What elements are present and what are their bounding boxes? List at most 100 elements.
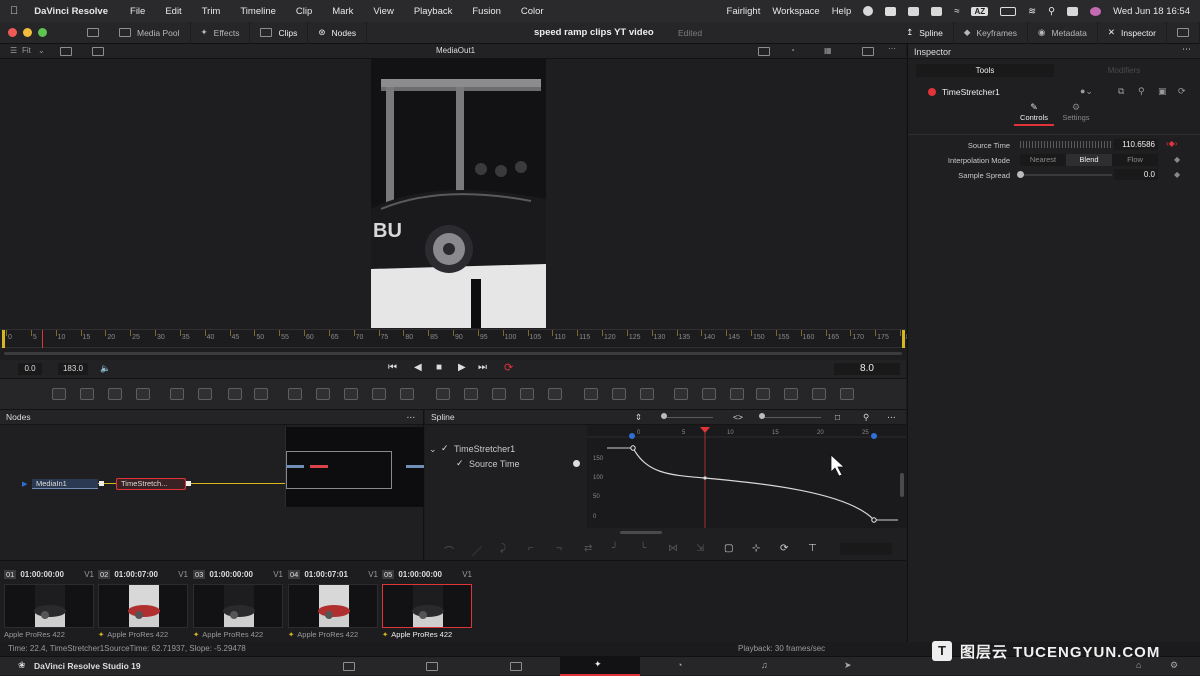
graph-scrollbar[interactable] <box>620 531 662 534</box>
viewer-roi-icon[interactable] <box>758 47 770 56</box>
rectangle-mask-icon[interactable] <box>436 388 450 400</box>
stop-icon[interactable]: ■ <box>436 362 442 373</box>
fullscreen-button[interactable] <box>1167 21 1200 44</box>
menu-trim[interactable]: Trim <box>202 6 221 17</box>
nodes-button[interactable]: ⊛ Nodes <box>308 21 368 44</box>
go-to-start-icon[interactable]: ⏮ <box>388 362 397 373</box>
nodes-panel[interactable]: Nodes ⋯ ▶ MediaIn1 TimeStretch... <box>0 410 424 560</box>
tool-lock-icon[interactable]: ▣ <box>1158 86 1167 97</box>
fairlight-page-icon[interactable]: ♫ <box>761 660 768 670</box>
settings-gear-icon[interactable]: ⚙ <box>1170 660 1178 671</box>
menu-view[interactable]: View <box>373 6 393 17</box>
clip-thumbnail[interactable] <box>98 584 188 628</box>
node-output-port[interactable] <box>186 481 191 486</box>
tab-tools[interactable]: Tools <box>916 64 1054 77</box>
viewer-option-icon[interactable] <box>60 47 72 56</box>
brush-tool-icon[interactable] <box>198 388 212 400</box>
menu-color[interactable]: Color <box>521 6 544 17</box>
merge-tool-icon[interactable] <box>288 388 302 400</box>
text3d-icon[interactable] <box>730 388 744 400</box>
background-tool-icon[interactable] <box>52 388 66 400</box>
color-page-icon[interactable]: ◔ <box>677 660 682 670</box>
linear-icon[interactable]: ／ <box>472 543 482 558</box>
menu-file[interactable]: File <box>130 6 145 17</box>
control-center-icon[interactable] <box>1067 6 1079 16</box>
flatten-icon[interactable]: ⊤ <box>808 543 817 554</box>
menu-mark[interactable]: Mark <box>332 6 353 17</box>
smooth-icon[interactable]: ⌒ <box>444 543 454 558</box>
effects-button[interactable]: ✦ Effects <box>191 21 251 44</box>
image-tool-icon[interactable] <box>80 388 94 400</box>
merge3d-icon[interactable] <box>702 388 716 400</box>
tool-color-dot[interactable] <box>928 88 936 96</box>
time-ruler[interactable]: 0 5 10 15 20 25 30 35 40 45 50 55 60 65 70 75 80 85 90 95 10… <box>0 329 914 349</box>
time-stretch-icon[interactable]: ⇲ <box>696 543 704 554</box>
interp-option-blend[interactable]: Blend <box>1066 154 1112 166</box>
record-icon[interactable] <box>863 6 874 16</box>
camera3d-icon[interactable] <box>756 388 770 400</box>
interpolation-mode-selector[interactable]: Nearest Blend Flow <box>1020 154 1158 166</box>
resize-tool-icon[interactable] <box>400 388 414 400</box>
tree-parent-label[interactable]: TimeStretcher1 <box>454 444 515 454</box>
node-output-port[interactable] <box>99 481 104 486</box>
close-window-icon[interactable] <box>8 28 17 37</box>
clip-thumbnail[interactable] <box>382 584 472 628</box>
tree-child-color-dot[interactable] <box>573 460 580 467</box>
battery-icon[interactable] <box>1000 6 1017 16</box>
tool-name[interactable]: TimeStretcher1 <box>942 87 1000 97</box>
viewer-color-icon[interactable]: ◔ <box>790 46 795 55</box>
menu-fusion[interactable]: Fusion <box>472 6 501 17</box>
edit-page-icon[interactable] <box>510 662 522 671</box>
interp-keyframe-icon[interactable]: ◆ <box>1174 155 1180 164</box>
spline-more-icon[interactable]: ⋯ <box>887 410 896 425</box>
shape3d-icon[interactable] <box>674 388 688 400</box>
media-pool-button[interactable]: Media Pool <box>109 21 191 44</box>
clock[interactable]: Wed Jun 18 16:54 <box>1113 6 1190 17</box>
invert-icon[interactable]: ⤸ <box>500 543 506 554</box>
siri-icon[interactable] <box>1090 6 1102 16</box>
deliver-page-icon[interactable]: ➤ <box>844 660 852 671</box>
node-mediain1[interactable]: MediaIn1 <box>32 479 98 489</box>
inspector-more-icon[interactable]: ⋯ <box>1182 44 1191 55</box>
ruler-playhead[interactable] <box>42 330 43 349</box>
go-to-end-icon[interactable]: ⏭ <box>478 362 487 373</box>
keyframes-button[interactable]: ◆ Keyframes <box>954 21 1029 44</box>
ruler-start-marker[interactable] <box>2 330 5 349</box>
ease-out-icon[interactable]: ╰ <box>640 543 646 554</box>
shape-box-icon[interactable]: ▢ <box>724 543 733 554</box>
transform-tool-icon[interactable] <box>344 388 358 400</box>
particle-render-icon[interactable] <box>612 388 626 400</box>
viewer-grid-icon[interactable]: ▦ <box>824 46 832 55</box>
spline-graph[interactable]: 0 5 10 15 20 25 150 100 50 0 <box>587 425 906 533</box>
menu-fairlight[interactable]: Fairlight <box>727 6 761 17</box>
viewer-more-icon[interactable]: ⋯ <box>888 44 896 53</box>
tree-child-label[interactable]: Source Time <box>469 459 520 469</box>
minimize-window-icon[interactable] <box>23 28 32 37</box>
sidebar-toggle-icon[interactable] <box>87 28 99 37</box>
scrub-track[interactable] <box>4 352 902 355</box>
play-icon[interactable]: ▶ <box>458 362 466 373</box>
text-tool-icon[interactable] <box>108 388 122 400</box>
screen-icon[interactable] <box>908 6 920 16</box>
zoom-window-icon[interactable] <box>38 28 47 37</box>
scrub-bar[interactable] <box>0 348 906 360</box>
media-page-icon[interactable] <box>343 662 355 671</box>
spread-icon[interactable]: ⋈ <box>668 543 678 554</box>
cut-page-icon[interactable] <box>426 662 438 671</box>
sample-spread-slider[interactable] <box>1020 174 1112 176</box>
viewer-layout-icon[interactable]: ☰ <box>10 46 17 55</box>
notion-icon[interactable] <box>931 6 943 16</box>
fusion-page-tab[interactable]: ✦ <box>560 657 640 676</box>
crop-tool-icon[interactable] <box>372 388 386 400</box>
tree-expand-icon[interactable]: ⌄ <box>429 444 437 455</box>
renderer-icon[interactable] <box>840 388 854 400</box>
search-icon[interactable]: ⚲ <box>1048 6 1055 17</box>
light3d-icon[interactable] <box>784 388 798 400</box>
bspline-mask-icon[interactable] <box>520 388 534 400</box>
spline-frame-icon[interactable]: □ <box>835 410 840 425</box>
keyboard-layout[interactable]: AZ <box>971 6 989 16</box>
particle-tool-icon[interactable] <box>170 388 184 400</box>
particle-pixel-icon[interactable] <box>640 388 654 400</box>
clip-item[interactable]: 02 01:00:07:00 V1 ✦ Apple ProRes 422 <box>98 568 188 639</box>
chevron-down-icon[interactable]: ⌄ <box>38 46 45 55</box>
